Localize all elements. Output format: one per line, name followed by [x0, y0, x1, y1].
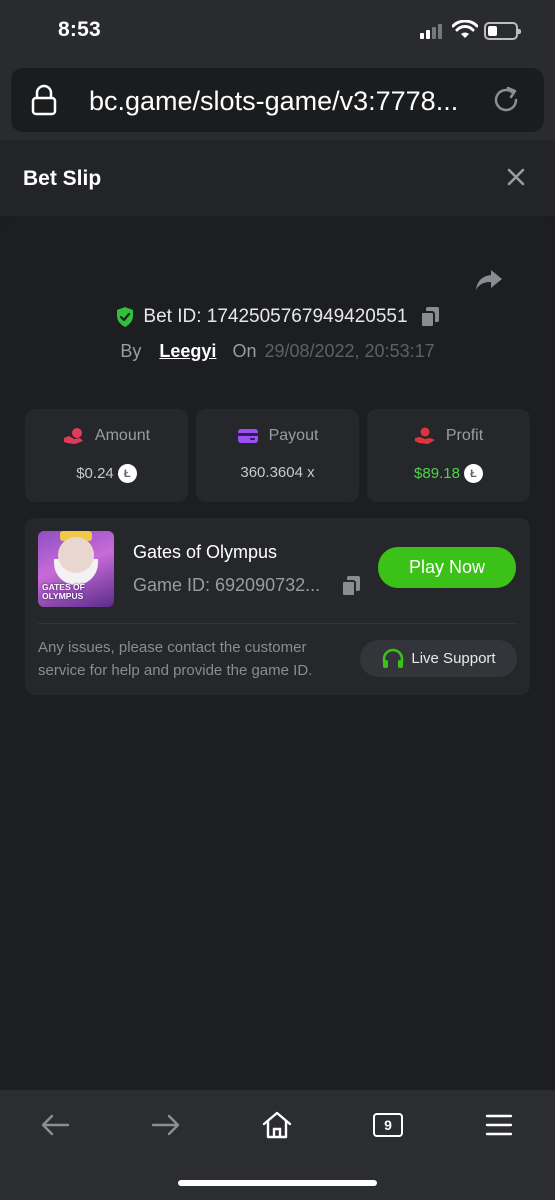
home-indicator: [178, 1180, 377, 1186]
profit-icon: [414, 427, 435, 444]
battery-icon: [484, 22, 521, 40]
by-label: By: [120, 341, 142, 361]
address-bar[interactable]: bc.game/slots-game/v3:7778...: [11, 68, 544, 132]
stat-profit-value: $89.18: [414, 465, 460, 482]
bet-stats: Amount $0.24 Ł Payout 360.3604 x Profit …: [25, 409, 530, 502]
bet-slip-sheet: Bet Slip Bet ID: 1742505767949420551 By …: [0, 140, 555, 1090]
game-thumbnail[interactable]: GATES OF OLYMPUS: [38, 531, 114, 607]
game-card: GATES OF OLYMPUS Gates of Olympus Game I…: [25, 518, 530, 695]
stat-amount: Amount $0.24 Ł: [25, 409, 188, 502]
stat-payout-label: Payout: [268, 427, 319, 444]
reload-icon[interactable]: [491, 85, 521, 115]
shield-check-icon: [117, 307, 134, 327]
cellular-signal-icon: [420, 24, 442, 39]
play-now-button[interactable]: Play Now: [378, 547, 516, 588]
url-text[interactable]: bc.game/slots-game/v3:7778...: [89, 86, 489, 117]
help-text: Any issues, please contact the customer …: [38, 639, 313, 679]
bet-details-panel: Bet ID: 1742505767949420551 By Leegyi On…: [0, 216, 555, 1090]
game-id: Game ID: 692090732...: [133, 575, 321, 595]
hamburger-menu-icon: [485, 1114, 513, 1136]
stat-profit: Profit $89.18 Ł: [367, 409, 530, 502]
back-button[interactable]: [35, 1108, 75, 1142]
username-link[interactable]: Leegyi: [159, 341, 216, 362]
payout-icon: [237, 429, 258, 443]
arrow-left-icon: [41, 1114, 70, 1136]
arrow-right-icon: [151, 1114, 180, 1136]
copy-icon[interactable]: [341, 575, 361, 597]
bet-slip-title: Bet Slip: [23, 167, 102, 190]
divider: [38, 623, 517, 624]
bet-slip-header: Bet Slip: [0, 140, 555, 216]
game-name: Gates of Olympus: [133, 542, 278, 562]
tabs-count: 9: [373, 1113, 403, 1137]
bet-id-row: Bet ID: 1742505767949420551: [0, 306, 555, 328]
tabs-button[interactable]: 9: [368, 1108, 408, 1142]
stat-amount-value: $0.24: [76, 465, 114, 482]
menu-button[interactable]: [479, 1108, 519, 1142]
home-button[interactable]: [257, 1108, 297, 1142]
coin-icon: Ł: [117, 464, 137, 483]
bet-date: 29/08/2022, 20:53:17: [264, 341, 435, 361]
stat-payout-value: 360.3604 x: [240, 464, 315, 481]
stat-payout: Payout 360.3604 x: [196, 409, 359, 502]
status-bar: 8:53: [0, 0, 555, 62]
home-icon: [262, 1111, 292, 1139]
lock-icon: [31, 84, 57, 116]
share-icon[interactable]: [475, 268, 503, 292]
stat-amount-label: Amount: [94, 427, 151, 444]
status-time: 8:53: [58, 18, 101, 41]
headset-icon: [383, 648, 404, 668]
game-thumbnail-text: GATES OF OLYMPUS: [42, 582, 85, 601]
browser-toolbar: 9: [0, 1090, 555, 1200]
copy-icon[interactable]: [419, 306, 440, 328]
stat-profit-label: Profit: [445, 427, 484, 444]
live-support-button[interactable]: Live Support: [360, 640, 517, 677]
live-support-label: Live Support: [411, 650, 496, 667]
amount-icon: [63, 428, 83, 444]
wifi-icon: [452, 20, 478, 38]
bet-id: Bet ID: 1742505767949420551: [143, 306, 408, 327]
close-icon[interactable]: [505, 166, 527, 188]
on-label: On: [232, 341, 257, 361]
bet-meta-row: By Leegyi On 29/08/2022, 20:53:17: [0, 341, 555, 362]
browser-chrome: bc.game/slots-game/v3:7778...: [0, 62, 555, 140]
coin-icon: Ł: [463, 464, 483, 483]
forward-button[interactable]: [146, 1108, 186, 1142]
